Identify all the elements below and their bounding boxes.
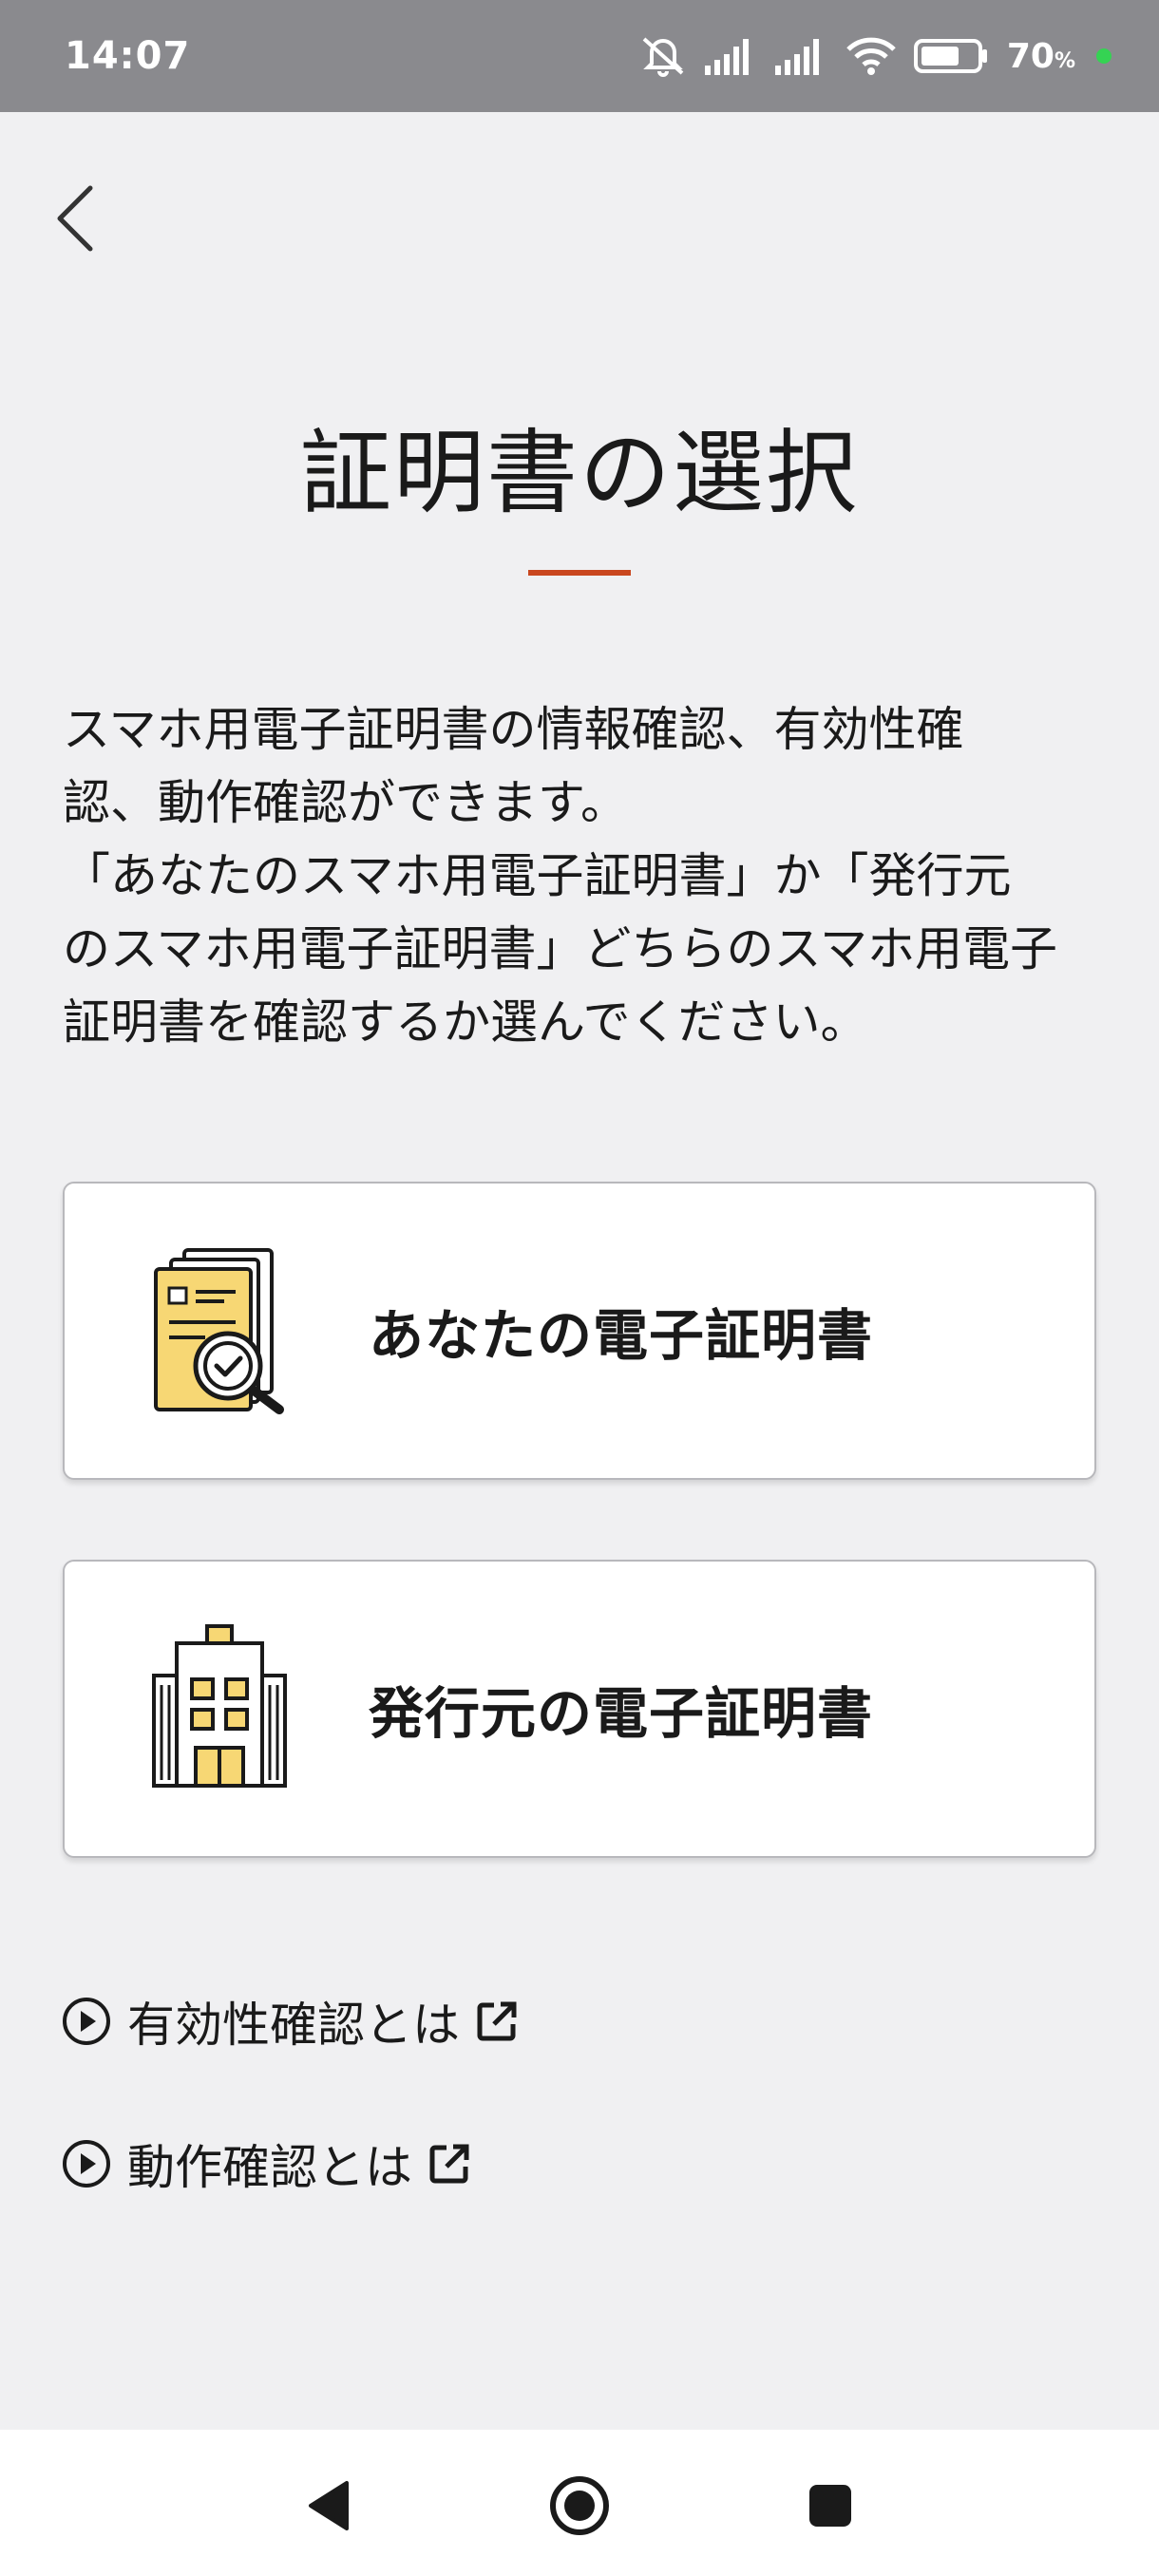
issuer-certificate-button[interactable]: 発行元の電子証明書	[63, 1560, 1096, 1858]
battery-text: 70%	[1006, 36, 1075, 76]
navigation-bar	[0, 2430, 1159, 2576]
signal-icon	[774, 39, 819, 75]
page-title: 証明書の選択	[300, 420, 859, 526]
status-icons: 70%	[638, 35, 1112, 77]
wifi-icon	[846, 37, 896, 75]
external-link-icon	[429, 2144, 469, 2184]
description: スマホ用電子証明書の情報確認、有効性確 認、動作確認ができます。 「あなたのスマ…	[63, 693, 1108, 1059]
nav-home-icon	[550, 2476, 609, 2535]
certificate-search-icon	[154, 1248, 284, 1414]
status-time: 14:07	[65, 34, 191, 78]
description-line: 認、動作確認ができます。	[63, 775, 628, 830]
issuer-certificate-label: 発行元の電子証明書	[369, 1681, 874, 1746]
external-link-icon	[477, 2001, 517, 2041]
description-line: のスマホ用電子証明書」どちらのスマホ用電子	[63, 921, 1057, 976]
description-line: スマホ用電子証明書の情報確認、有効性確	[63, 702, 964, 757]
battery-icon	[913, 39, 987, 73]
your-certificate-button[interactable]: あなたの電子証明書	[63, 1182, 1096, 1480]
signal-icon	[704, 39, 749, 75]
description-line: 「あなたのスマホ用電子証明書」か「発行元	[63, 848, 1012, 903]
screen: 14:07 70% 証明書の選択 スマホ用電子証明書の情報確認、有効性確 認、動…	[0, 0, 1159, 2576]
status-bar: 14:07 70%	[0, 0, 1159, 112]
nav-back-button[interactable]	[291, 2468, 367, 2544]
operation-check-label: 動作確認とは	[127, 2140, 412, 2195]
chevron-left-icon	[57, 185, 93, 252]
nav-recent-icon	[809, 2485, 851, 2527]
title-underline	[528, 570, 631, 576]
play-circle-icon	[63, 1998, 110, 2045]
nav-recent-button[interactable]	[792, 2468, 868, 2544]
operation-check-link[interactable]: 動作確認とは	[61, 2130, 471, 2198]
mute-icon	[642, 37, 684, 77]
charging-dot	[1096, 48, 1112, 64]
your-certificate-label: あなたの電子証明書	[369, 1303, 874, 1368]
nav-back-icon	[309, 2481, 349, 2530]
description-line: 証明書を確認するか選んでください。	[63, 994, 868, 1050]
building-icon	[152, 1624, 287, 1788]
nav-home-button[interactable]	[542, 2468, 618, 2544]
play-circle-icon	[63, 2140, 110, 2188]
validity-check-label: 有効性確認とは	[127, 1998, 460, 2053]
back-button[interactable]	[27, 171, 122, 266]
validity-check-link[interactable]: 有効性確認とは	[61, 1987, 519, 2055]
